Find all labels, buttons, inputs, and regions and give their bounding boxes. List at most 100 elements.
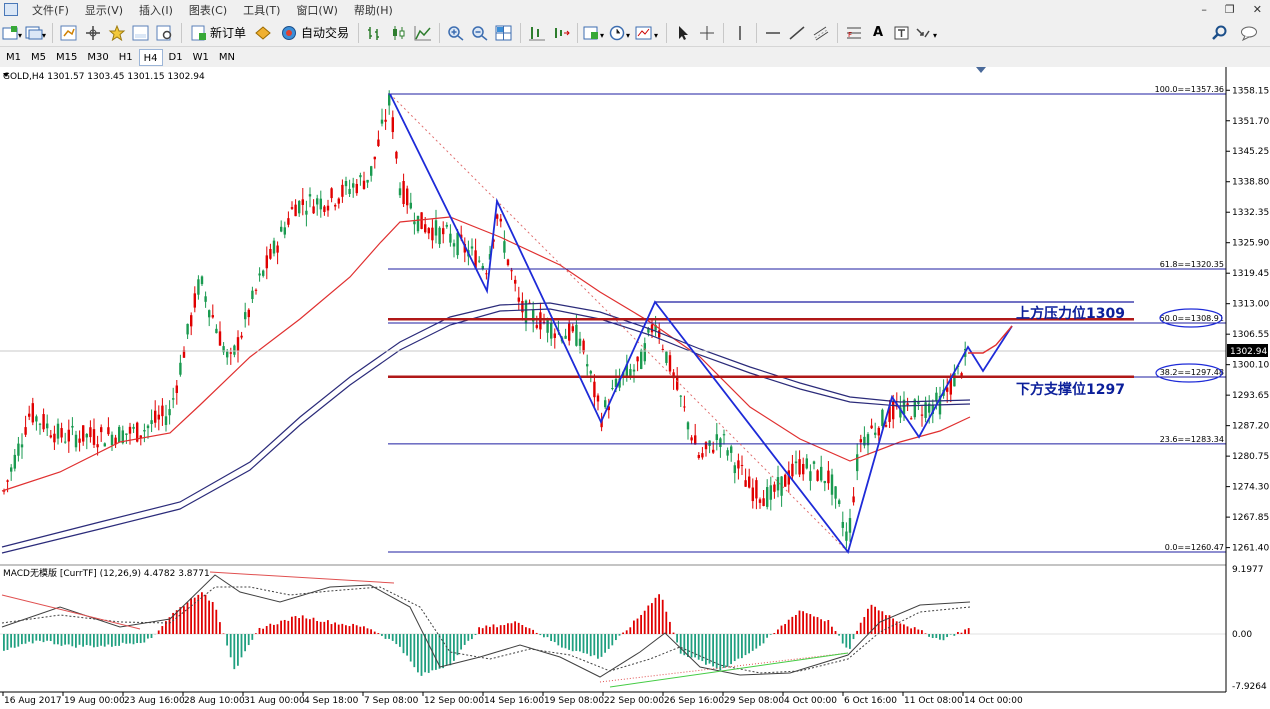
menu-help[interactable]: 帮助(H) (346, 2, 401, 18)
candle-body (593, 381, 596, 398)
candle-body (150, 420, 153, 425)
candle-body (161, 405, 164, 417)
timeframe-h4[interactable]: H4 (138, 48, 163, 66)
macd-bar (226, 634, 228, 646)
macd-bar (204, 594, 207, 634)
channel-tool[interactable] (810, 22, 832, 44)
tile-windows-button[interactable] (493, 22, 515, 44)
candle-body (434, 220, 438, 236)
trendline-tool[interactable] (786, 22, 808, 44)
menu-charts[interactable]: 图表(C) (181, 2, 235, 18)
timeframe-d1[interactable]: D1 (165, 49, 187, 66)
market-watch-button[interactable] (58, 22, 80, 44)
macd-bar (229, 634, 232, 658)
chart-shift-button[interactable] (526, 22, 548, 44)
macd-bar (903, 624, 905, 634)
search-button[interactable] (1209, 22, 1231, 44)
candle-body (704, 442, 708, 450)
candle-body (31, 403, 34, 423)
menu-insert[interactable]: 插入(I) (131, 2, 181, 18)
macd-bar (931, 634, 934, 639)
new-chart-button[interactable]: ▾ (1, 22, 23, 44)
menu-tools[interactable]: 工具(T) (235, 2, 288, 18)
menu-file[interactable]: 文件(F) (24, 2, 77, 18)
timeframe-m15[interactable]: M15 (52, 49, 81, 66)
new-order-button[interactable]: 新订单 (187, 22, 250, 44)
tester-button[interactable] (154, 22, 176, 44)
profiles-button[interactable]: ▾ (25, 22, 47, 44)
bar-chart-button[interactable] (364, 22, 386, 44)
candle-body (298, 201, 301, 214)
periods-button[interactable]: ▾ (609, 22, 633, 44)
timeframe-m30[interactable]: M30 (83, 49, 112, 66)
macd-bar (262, 628, 264, 634)
menu-window[interactable]: 窗口(W) (288, 2, 345, 18)
svg-text:▾: ▾ (933, 31, 937, 40)
macd-bar (417, 634, 419, 673)
macd-bar (57, 634, 59, 645)
timeframe-mn[interactable]: MN (215, 49, 239, 66)
zoom-in-button[interactable] (445, 22, 467, 44)
macd-bar (597, 634, 599, 659)
line-chart-button[interactable] (412, 22, 434, 44)
candle-body (413, 221, 416, 225)
close-icon[interactable]: ✕ (1253, 3, 1262, 16)
timeframe-w1[interactable]: W1 (189, 49, 213, 66)
support-line[interactable] (388, 375, 1134, 379)
macd-bar (46, 634, 48, 641)
terminal-button[interactable] (130, 22, 152, 44)
candle-body (89, 427, 92, 438)
macd-bar (35, 634, 38, 641)
gold-h4-chart[interactable]: 上方压力位1309 下方支撑位1297 100.0==1357.36 61.8==… (0, 67, 1270, 709)
macd-bar (190, 598, 192, 634)
navigator-button[interactable] (82, 22, 104, 44)
autoscroll-button[interactable] (550, 22, 572, 44)
metaeditor-button[interactable] (252, 22, 274, 44)
macd-bar (856, 630, 858, 634)
price-tick-label: 1358.15 (1232, 86, 1269, 96)
text-tool[interactable]: A (867, 22, 889, 44)
current-price-label: 1302.94 (1230, 347, 1267, 357)
macd-bar (910, 628, 912, 634)
macd-bar (445, 634, 448, 666)
macd-bar (816, 617, 819, 634)
time-tick-label: 6 Oct 16:00 (844, 696, 897, 706)
templates-button[interactable]: ▾ (635, 22, 661, 44)
price-tick-label: 1306.55 (1232, 330, 1269, 340)
restore-icon[interactable]: ❐ (1225, 3, 1235, 16)
candle-body (877, 427, 880, 436)
candle-body (103, 443, 106, 447)
candle-body (546, 319, 549, 333)
minimize-icon[interactable]: – (1201, 3, 1207, 16)
candle-body (312, 206, 315, 214)
timeframe-m5[interactable]: M5 (27, 49, 50, 66)
favorites-button[interactable] (106, 22, 128, 44)
macd-bar (219, 622, 221, 634)
autoscroll-icon (555, 27, 570, 38)
candle-body (28, 413, 31, 417)
timeframe-h1[interactable]: H1 (115, 49, 137, 66)
timeframe-m1[interactable]: M1 (2, 49, 25, 66)
candle-body (337, 198, 340, 204)
macd-bar (17, 634, 20, 647)
arrows-tool[interactable]: ▾ (915, 22, 941, 44)
candle-body (384, 119, 387, 122)
macd-bar (10, 634, 12, 648)
zoom-out-button[interactable] (469, 22, 491, 44)
crosshair-tool[interactable] (696, 22, 718, 44)
macd-bar (251, 634, 254, 640)
indicators-button[interactable]: ▾ (583, 22, 607, 44)
horizontal-line-tool[interactable] (762, 22, 784, 44)
price-axis[interactable] (1226, 67, 1270, 709)
cursor-tool[interactable] (672, 22, 694, 44)
vertical-line-tool[interactable] (729, 22, 751, 44)
candle-body (229, 352, 232, 354)
candlestick-button[interactable] (388, 22, 410, 44)
text-label-tool[interactable] (891, 22, 913, 44)
menu-view[interactable]: 显示(V) (77, 2, 131, 18)
candle-body (884, 425, 888, 427)
chat-button[interactable] (1239, 22, 1261, 44)
macd-bar (676, 634, 678, 643)
auto-trading-button[interactable]: 自动交易 (276, 22, 353, 44)
fibonacci-tool[interactable]: F (843, 22, 865, 44)
